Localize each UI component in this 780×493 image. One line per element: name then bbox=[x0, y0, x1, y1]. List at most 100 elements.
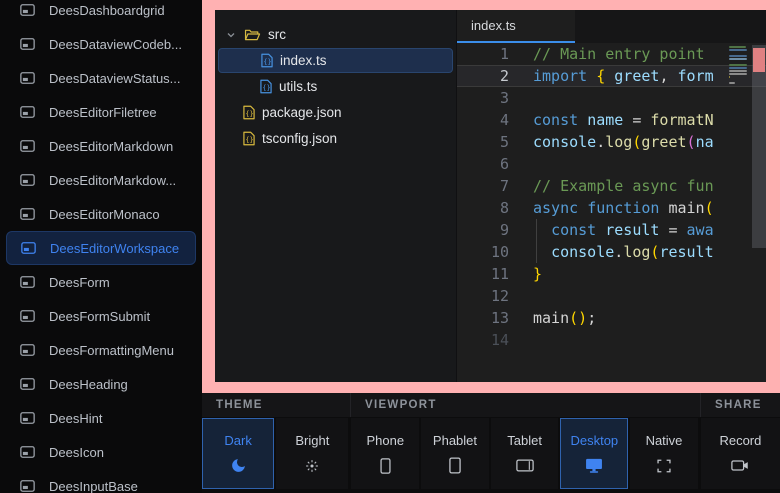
minimap-line bbox=[729, 58, 747, 60]
code-token: ( bbox=[705, 199, 714, 217]
line-text bbox=[509, 329, 766, 351]
code-token: const bbox=[533, 111, 587, 129]
code-line: 10 console.log(result bbox=[457, 241, 766, 263]
phone-icon bbox=[380, 457, 391, 474]
button-label: Bright bbox=[295, 433, 329, 448]
ts-file-icon: {} bbox=[261, 53, 273, 68]
tree-item-utils-ts[interactable]: {}utils.ts bbox=[218, 74, 453, 99]
line-text: async function main( bbox=[509, 197, 766, 219]
sidebar-item-deesdashboardgrid[interactable]: DeesDashboardgrid bbox=[0, 0, 202, 27]
sidebar-item-deeshint[interactable]: DeesHint bbox=[0, 401, 202, 435]
code-line: 3 bbox=[457, 87, 766, 109]
line-number: 12 bbox=[457, 285, 509, 307]
line-number: 1 bbox=[457, 43, 509, 65]
bright-button[interactable]: Bright bbox=[276, 418, 348, 489]
button-label: Tablet bbox=[507, 433, 542, 448]
section-viewport: Phone Phablet Tablet DesktopNative bbox=[351, 418, 697, 489]
component-icon bbox=[20, 480, 35, 492]
sidebar-item-deeseditormarkdow[interactable]: DeesEditorMarkdow... bbox=[0, 163, 202, 197]
demo-preview-area: src{}index.ts{}utils.ts{}package.json{}t… bbox=[202, 0, 780, 393]
component-icon bbox=[20, 4, 35, 16]
sidebar-item-label: DeesEditorMarkdow... bbox=[49, 173, 176, 188]
code-token: . bbox=[596, 133, 605, 151]
minimap[interactable] bbox=[729, 46, 749, 88]
sidebar-item-deeseditormonaco[interactable]: DeesEditorMonaco bbox=[0, 197, 202, 231]
code-lines[interactable]: 1 // Main entry point 2import { greet, for… bbox=[457, 43, 766, 382]
section-share: Record bbox=[701, 418, 780, 489]
minimap-line bbox=[729, 46, 746, 48]
line-text: const result = awa bbox=[509, 219, 766, 241]
sidebar-item-label: DeesDashboardgrid bbox=[49, 3, 165, 18]
code-token: { bbox=[596, 67, 605, 85]
record-button[interactable]: Record bbox=[701, 418, 780, 489]
code-line: 2import { greet, form bbox=[457, 65, 766, 87]
section-theme: Dark Bright bbox=[202, 418, 348, 489]
code-token: greet bbox=[614, 67, 659, 85]
sidebar-item-deesdataviewcodeb[interactable]: DeesDataviewCodeb... bbox=[0, 27, 202, 61]
native-icon bbox=[657, 457, 671, 474]
code-token: log bbox=[623, 243, 650, 261]
sidebar-item-deesheading[interactable]: DeesHeading bbox=[0, 367, 202, 401]
sidebar-item-label: DeesEditorMarkdown bbox=[49, 139, 173, 154]
minimap-line bbox=[729, 55, 747, 57]
line-text: console.log(greet(na bbox=[509, 131, 766, 153]
code-line: 5console.log(greet(na bbox=[457, 131, 766, 153]
sidebar-item-label: DeesIcon bbox=[49, 445, 104, 460]
sidebar-item-deeseditorfiletree[interactable]: DeesEditorFiletree bbox=[0, 95, 202, 129]
native-button[interactable]: Native bbox=[630, 418, 698, 489]
sidebar-item-deesformattingmenu[interactable]: DeesFormattingMenu bbox=[0, 333, 202, 367]
line-text: // Example async fun bbox=[509, 175, 766, 197]
sidebar-item-label: DeesHeading bbox=[49, 377, 128, 392]
json-file-icon: {} bbox=[243, 105, 255, 120]
sidebar-item-deesicon[interactable]: DeesIcon bbox=[0, 435, 202, 469]
sidebar-item-deeseditorworkspace[interactable]: DeesEditorWorkspace bbox=[6, 231, 196, 265]
desktop-button[interactable]: Desktop bbox=[560, 418, 628, 489]
section-header-theme: THEME bbox=[202, 393, 350, 417]
line-text: // Main entry point bbox=[509, 43, 766, 65]
sidebar-item-deesinputbase[interactable]: DeesInputBase bbox=[0, 469, 202, 493]
code-line: 11} bbox=[457, 263, 766, 285]
code-token: ; bbox=[587, 309, 596, 327]
sidebar-item-deeseditormarkdown[interactable]: DeesEditorMarkdown bbox=[0, 129, 202, 163]
sidebar-item-label: DeesForm bbox=[49, 275, 110, 290]
tree-item-index-ts[interactable]: {}index.ts bbox=[218, 48, 453, 73]
line-text: main(); bbox=[509, 307, 766, 329]
tree-item-src[interactable]: src bbox=[218, 22, 453, 47]
component-list: DeesDashboardgridDeesDataviewCodeb...Dee… bbox=[0, 0, 202, 493]
sidebar-item-label: DeesFormSubmit bbox=[49, 309, 150, 324]
code-token: ( bbox=[569, 309, 578, 327]
code-line: 9 const result = awa bbox=[457, 219, 766, 241]
sidebar-item-deesform[interactable]: DeesForm bbox=[0, 265, 202, 299]
editor-workspace-widget: src{}index.ts{}utils.ts{}package.json{}t… bbox=[215, 10, 766, 382]
code-editor[interactable]: index.ts 1 // Main entry point 2import { g… bbox=[457, 10, 766, 382]
code-line: 13main(); bbox=[457, 307, 766, 329]
tablet-icon bbox=[516, 457, 534, 474]
line-number: 3 bbox=[457, 87, 509, 109]
sidebar-item-label: DeesHint bbox=[49, 411, 102, 426]
tree-item-tsconfig-json[interactable]: {}tsconfig.json bbox=[218, 126, 453, 151]
phone-button[interactable]: Phone bbox=[351, 418, 419, 489]
preview-toolbar: THEMEVIEWPORTSHARE DarkBrightPhonePhable… bbox=[202, 393, 780, 493]
component-sidebar: DeesDashboardgridDeesDataviewCodeb...Dee… bbox=[0, 0, 202, 493]
desktop-icon bbox=[585, 457, 603, 474]
button-label: Phone bbox=[367, 433, 405, 448]
dark-button[interactable]: Dark bbox=[202, 418, 274, 489]
tab-index-ts[interactable]: index.ts bbox=[457, 10, 575, 43]
sidebar-item-deesformsubmit[interactable]: DeesFormSubmit bbox=[0, 299, 202, 333]
line-number: 2 bbox=[457, 65, 509, 87]
app-root: DeesDashboardgridDeesDataviewCodeb...Dee… bbox=[0, 0, 780, 493]
code-token: formatN bbox=[650, 111, 713, 129]
code-token: // Main entry point bbox=[533, 45, 705, 63]
sidebar-item-deesdataviewstatus[interactable]: DeesDataviewStatus... bbox=[0, 61, 202, 95]
sun-icon bbox=[304, 457, 320, 474]
vertical-scrollbar[interactable] bbox=[752, 45, 766, 248]
code-token bbox=[578, 199, 587, 217]
code-token: greet bbox=[641, 133, 686, 151]
sidebar-item-label: DeesFormattingMenu bbox=[49, 343, 174, 358]
svg-text:{}: {} bbox=[245, 110, 253, 118]
svg-text:{}: {} bbox=[245, 136, 253, 144]
tree-item-package-json[interactable]: {}package.json bbox=[218, 100, 453, 125]
code-token: result bbox=[605, 221, 659, 239]
phablet-button[interactable]: Phablet bbox=[421, 418, 489, 489]
tablet-button[interactable]: Tablet bbox=[491, 418, 559, 489]
